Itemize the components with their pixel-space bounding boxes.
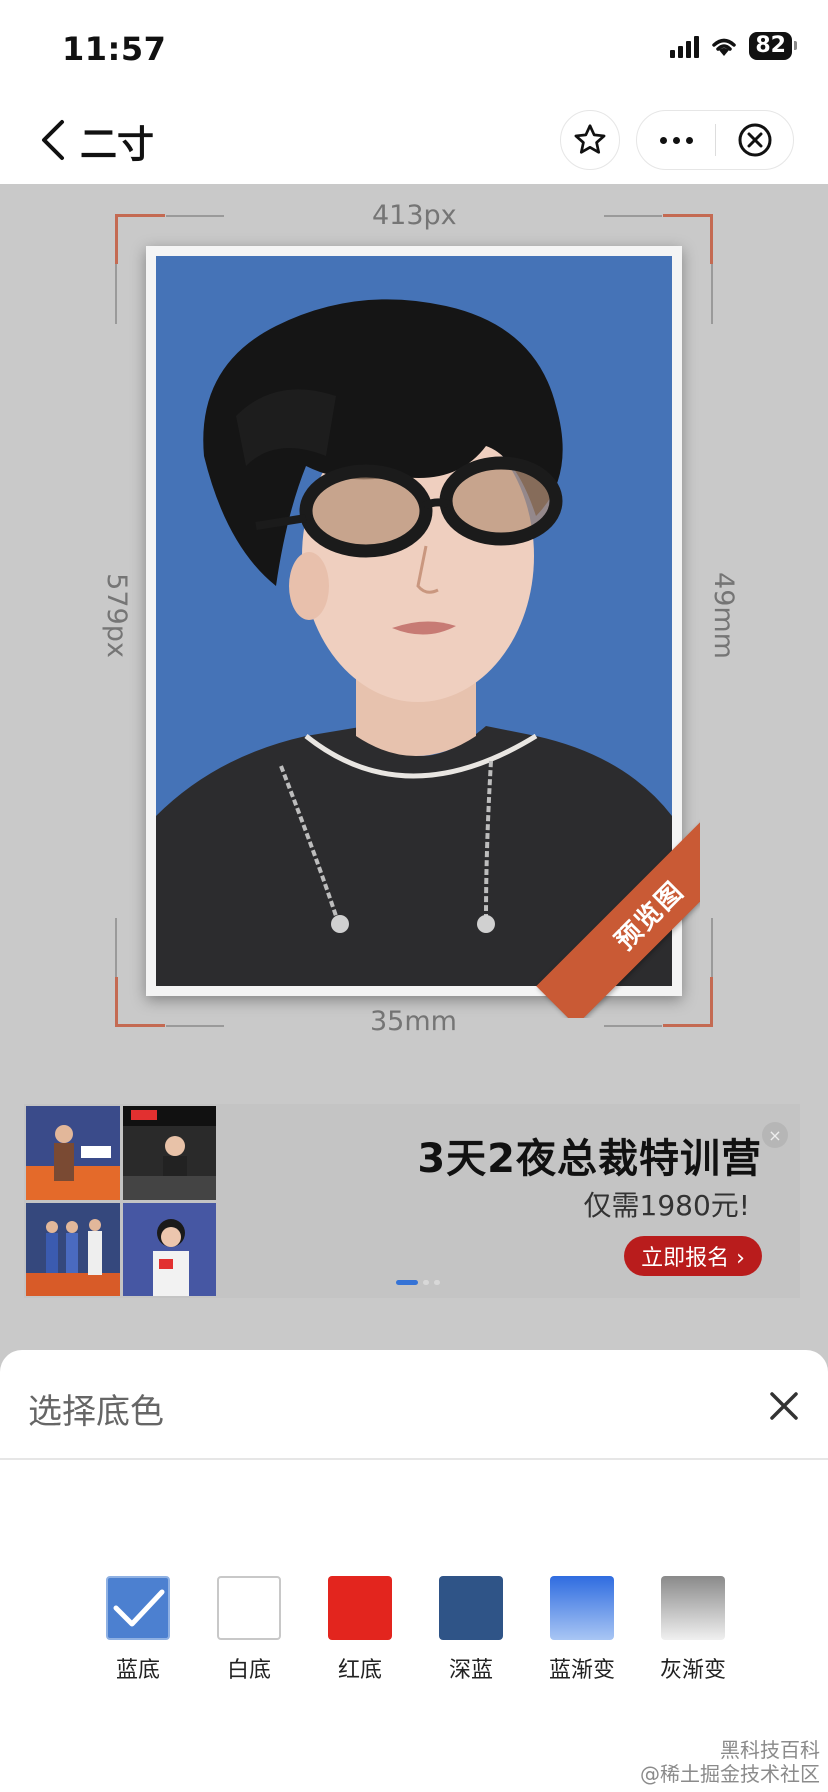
star-icon <box>574 124 606 154</box>
preview-ribbon: 预览图 <box>500 818 700 1018</box>
swatch-color[interactable] <box>439 1576 503 1640</box>
swatch-gray-gradient[interactable]: 灰渐变 <box>660 1576 727 1684</box>
swatch-dark-blue[interactable]: 深蓝 <box>439 1576 503 1684</box>
background-color-sheet: 选择底色 蓝底 白底 红底 深蓝 蓝渐变 灰渐变 黑科技百科 @稀土掘金技术社区 <box>0 1350 828 1792</box>
guide-line <box>711 918 713 978</box>
height-px-label: 579px <box>100 573 132 658</box>
watermark-line: @稀土掘金技术社区 <box>640 1762 820 1786</box>
watermark: 黑科技百科 @稀土掘金技术社区 <box>640 1738 820 1786</box>
checkmark-icon <box>113 1589 165 1627</box>
swatch-label: 深蓝 <box>448 1658 493 1683</box>
guide-line <box>115 918 117 978</box>
swatch-color[interactable] <box>550 1576 614 1640</box>
swatch-label: 蓝渐变 <box>549 1658 616 1683</box>
favorite-button[interactable] <box>560 110 620 170</box>
more-options-icon[interactable] <box>637 111 715 169</box>
watermark-line: 黑科技百科 <box>720 1738 820 1762</box>
mini-program-capsule <box>636 110 794 170</box>
swatch-label: 红底 <box>337 1658 382 1683</box>
ad-photo <box>122 1106 216 1200</box>
height-mm-label: 49mm <box>707 572 739 659</box>
status-icons: 82 <box>670 32 797 60</box>
status-time: 11:57 <box>62 30 167 68</box>
status-bar: 11:57 82 <box>0 0 828 96</box>
guide-line <box>166 215 224 217</box>
guide-line <box>115 264 117 324</box>
preview-badge: 预览图 <box>536 818 700 1018</box>
swatch-label: 白底 <box>226 1658 271 1683</box>
swatch-color[interactable] <box>661 1576 725 1640</box>
carousel-dot <box>423 1280 429 1285</box>
swatch-blue-gradient[interactable]: 蓝渐变 <box>549 1576 616 1684</box>
swatch-color[interactable] <box>106 1576 170 1640</box>
cellular-signal-icon <box>670 34 700 58</box>
guide-line <box>604 1025 662 1027</box>
ad-photo <box>26 1202 120 1296</box>
ad-signup-button[interactable]: 立即报名 › <box>624 1236 762 1276</box>
nav-bar: 二寸 <box>0 96 828 184</box>
carousel-dot <box>396 1280 418 1285</box>
battery-indicator: 82 <box>749 32 797 60</box>
wifi-icon <box>712 38 737 56</box>
ad-subtitle: 仅需1980元! <box>583 1189 750 1222</box>
ad-photo <box>26 1106 120 1200</box>
guide-line <box>711 264 713 324</box>
ad-close-button[interactable]: × <box>762 1122 788 1148</box>
swatch-color[interactable] <box>328 1576 392 1640</box>
close-program-button[interactable] <box>716 111 793 169</box>
sheet-title: 选择底色 <box>28 1392 164 1432</box>
ad-photo-collage <box>26 1106 216 1296</box>
page-title: 二寸 <box>80 123 154 166</box>
swatch-color[interactable] <box>217 1576 281 1640</box>
swatch-red[interactable]: 红底 <box>328 1576 392 1684</box>
carousel-dot <box>434 1280 440 1285</box>
ad-banner[interactable]: × 3天2夜总裁特训营 仅需1980元! 立即报名 › <box>24 1104 800 1298</box>
close-circle-icon <box>738 123 771 157</box>
swatch-label: 灰渐变 <box>660 1658 727 1683</box>
swatch-label: 蓝底 <box>115 1658 160 1683</box>
close-icon[interactable] <box>764 1386 804 1426</box>
swatch-blue[interactable]: 蓝底 <box>106 1576 170 1684</box>
swatch-white[interactable]: 白底 <box>217 1576 281 1684</box>
carousel-dots <box>396 1280 440 1285</box>
sheet-divider <box>0 1458 828 1460</box>
guide-line <box>604 215 662 217</box>
swatch-list: 蓝底 白底 红底 深蓝 蓝渐变 灰渐变 <box>106 1576 727 1684</box>
ad-photo <box>122 1202 216 1296</box>
back-chevron-icon[interactable] <box>34 112 74 168</box>
width-mm-label: 35mm <box>370 1006 457 1037</box>
guide-line <box>166 1025 224 1027</box>
width-px-label: 413px <box>372 200 457 231</box>
ad-title: 3天2夜总裁特训营 <box>417 1136 762 1182</box>
